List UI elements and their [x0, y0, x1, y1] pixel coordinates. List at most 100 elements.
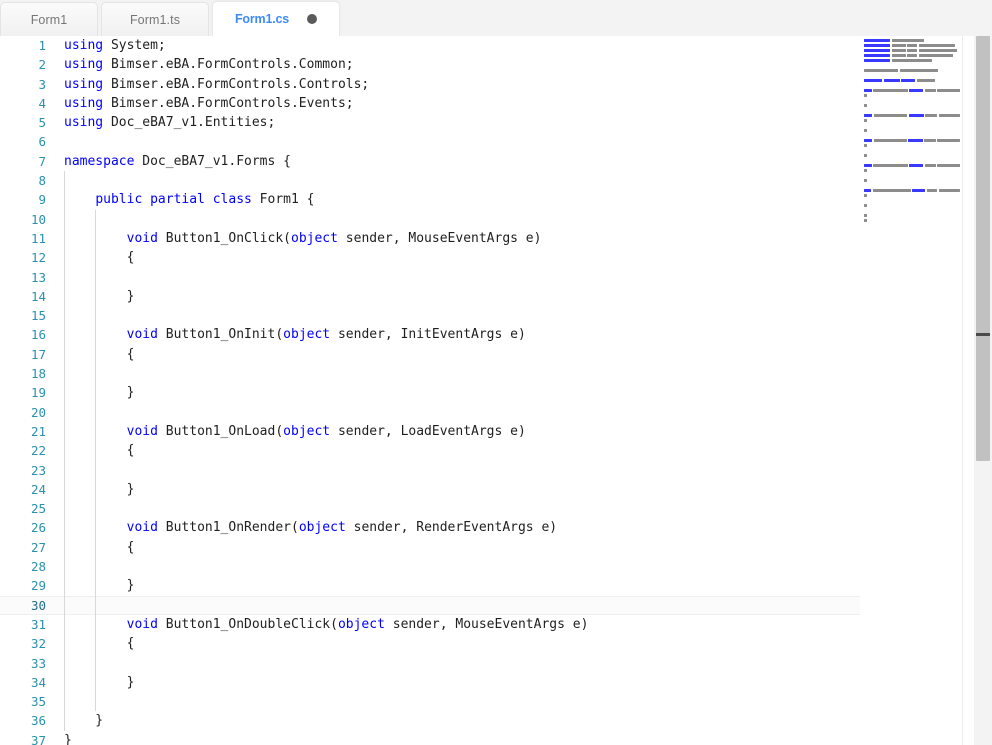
line-number: 23 — [0, 461, 46, 480]
line-number: 36 — [0, 711, 46, 730]
code-line[interactable]: 2using Bimser.eBA.FormControls.Common; — [0, 55, 860, 74]
line-number: 22 — [0, 441, 46, 460]
line-content: { — [64, 538, 134, 557]
line-content: using Bimser.eBA.FormControls.Events; — [64, 94, 354, 113]
line-number: 9 — [0, 190, 46, 209]
minimap-token — [864, 79, 882, 81]
code-line[interactable]: 12 { — [0, 248, 860, 267]
code-line[interactable]: 22 { — [0, 441, 860, 460]
line-number: 31 — [0, 615, 46, 634]
code-line[interactable]: 18 — [0, 364, 860, 383]
minimap-token — [892, 59, 932, 61]
line-number: 8 — [0, 171, 46, 190]
line-number: 17 — [0, 345, 46, 364]
unsaved-changes-dot-icon[interactable] — [307, 14, 317, 24]
line-number: 34 — [0, 673, 46, 692]
line-number: 28 — [0, 557, 46, 576]
code-line[interactable]: 4using Bimser.eBA.FormControls.Events; — [0, 94, 860, 113]
line-number: 30 — [0, 597, 46, 614]
code-line[interactable]: 11 void Button1_OnClick(object sender, M… — [0, 229, 860, 248]
code-line[interactable]: 15 — [0, 306, 860, 325]
code-line[interactable]: 10 — [0, 210, 860, 229]
line-number: 27 — [0, 538, 46, 557]
line-number: 5 — [0, 113, 46, 132]
code-line[interactable]: 19 } — [0, 383, 860, 402]
code-line[interactable]: 23 — [0, 461, 860, 480]
minimap-token — [900, 69, 938, 71]
code-line[interactable]: 5using Doc_eBA7_v1.Entities; — [0, 113, 860, 132]
line-number: 10 — [0, 210, 46, 229]
code-lines-container[interactable]: 1 using System;2using Bimser.eBA.FormCont… — [0, 36, 860, 745]
code-line[interactable]: 20 — [0, 403, 860, 422]
code-line[interactable]: 7namespace Doc_eBA7_v1.Forms { — [0, 152, 860, 171]
code-line[interactable]: 28 — [0, 557, 860, 576]
code-line[interactable]: 37} — [0, 731, 860, 745]
scrollbar-change-marker — [976, 333, 990, 336]
line-content: } — [64, 731, 72, 745]
minimap-line — [862, 218, 962, 223]
minimap-token — [907, 49, 917, 51]
code-line[interactable]: 3using Bimser.eBA.FormControls.Controls; — [0, 75, 860, 94]
vertical-scrollbar-thumb[interactable] — [976, 36, 990, 461]
minimap-token — [901, 79, 915, 81]
minimap-token — [864, 39, 890, 41]
line-number: 32 — [0, 634, 46, 653]
code-line[interactable]: 1 using System; — [0, 36, 860, 55]
code-line[interactable]: 14 } — [0, 287, 860, 306]
code-editor[interactable]: 1 using System;2using Bimser.eBA.FormCont… — [0, 36, 992, 745]
line-number: 16 — [0, 325, 46, 344]
minimap-token — [873, 189, 911, 191]
code-line[interactable]: 8 — [0, 171, 860, 190]
minimap-token — [925, 89, 936, 91]
code-line[interactable]: 16 void Button1_OnInit(object sender, In… — [0, 325, 860, 344]
code-line[interactable]: 30 — [0, 596, 860, 615]
code-line[interactable]: 13 — [0, 268, 860, 287]
code-line[interactable]: 25 — [0, 499, 860, 518]
code-line[interactable]: 21 void Button1_OnLoad(object sender, Lo… — [0, 422, 860, 441]
code-line[interactable]: 33 — [0, 654, 860, 673]
line-content: } — [64, 673, 134, 692]
minimap-token — [907, 54, 917, 56]
indent-guide — [95, 210, 96, 712]
minimap-token — [864, 164, 872, 166]
line-content: void Button1_OnRender(object sender, Ren… — [64, 518, 557, 537]
minimap-token — [864, 204, 867, 206]
line-number: 1 — [0, 36, 46, 55]
code-line[interactable]: 34 } — [0, 673, 860, 692]
code-line[interactable]: 26 void Button1_OnRender(object sender, … — [0, 518, 860, 537]
tab-form1-cs[interactable]: Form1.cs — [212, 1, 340, 36]
minimap-token — [925, 114, 937, 116]
code-line[interactable]: 24 } — [0, 480, 860, 499]
minimap-token — [874, 114, 907, 116]
line-content: using Bimser.eBA.FormControls.Controls; — [64, 75, 369, 94]
line-content: using System; — [64, 36, 166, 55]
tab-form1[interactable]: Form1 — [0, 2, 98, 36]
code-line[interactable]: 6 — [0, 132, 860, 151]
line-number: 12 — [0, 248, 46, 267]
code-line[interactable]: 31 void Button1_OnDoubleClick(object sen… — [0, 615, 860, 634]
code-line[interactable]: 17 { — [0, 345, 860, 364]
minimap-token — [864, 169, 867, 171]
minimap-token — [939, 189, 961, 191]
code-line[interactable]: 9 public partial class Form1 { — [0, 190, 860, 209]
tab-form1-ts[interactable]: Form1.ts — [101, 2, 209, 36]
code-line[interactable]: 36 } — [0, 711, 860, 730]
minimap-token — [919, 54, 953, 56]
editor-minimap[interactable] — [862, 36, 962, 745]
minimap-token — [909, 114, 924, 116]
code-line[interactable]: 29 } — [0, 576, 860, 595]
minimap-token — [864, 94, 867, 96]
line-number: 33 — [0, 654, 46, 673]
code-line[interactable]: 27 { — [0, 538, 860, 557]
minimap-token — [939, 114, 961, 116]
minimap-token — [909, 164, 923, 166]
minimap-token — [864, 119, 867, 121]
minimap-token — [864, 104, 867, 106]
line-number: 37 — [0, 731, 46, 745]
minimap-token — [864, 59, 890, 61]
code-line[interactable]: 32 { — [0, 634, 860, 653]
minimap-token — [864, 69, 898, 71]
line-content: } — [64, 383, 134, 402]
code-line[interactable]: 35 — [0, 692, 860, 711]
minimap-token — [907, 44, 917, 46]
